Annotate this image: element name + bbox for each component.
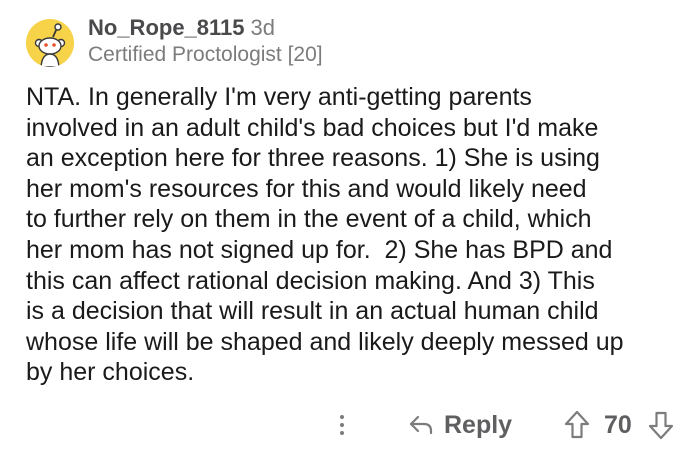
comment-body-line: whose life will be shaped and likely dee…	[26, 327, 624, 356]
upvote-arrow-icon	[564, 410, 590, 439]
comment-body-line: this can affect rational decision making…	[26, 266, 595, 295]
reply-arrow-icon	[409, 415, 433, 435]
comment-body-line: her mom's resources for this and would l…	[26, 174, 587, 203]
more-vertical-icon	[340, 415, 344, 419]
comment-body-line: an exception here for three reasons. 1) …	[26, 144, 600, 173]
reply-button[interactable]: Reply	[408, 408, 512, 442]
user-avatar[interactable]	[26, 19, 74, 67]
comment-body-line: her mom has not signed up for. 2) She ha…	[26, 235, 613, 264]
user-flair: Certified Proctologist [20]	[88, 43, 323, 66]
comment-age: 3d	[250, 15, 276, 40]
downvote-button[interactable]	[648, 410, 674, 440]
username[interactable]: No_Rope_8115	[88, 15, 245, 40]
snoo-avatar-icon	[26, 19, 74, 67]
comment-body-line: involved in an adult child's bad choices…	[26, 113, 599, 142]
vote-score: 70	[604, 411, 632, 439]
more-options-button[interactable]	[330, 408, 354, 442]
comment-body-line: to further rely on them in the event of …	[26, 205, 592, 234]
reply-label: Reply	[444, 410, 513, 439]
comment-action-bar: Reply 70	[0, 408, 700, 444]
comment-body-line: is a decision that will result in an act…	[26, 297, 599, 326]
comment-body: NTA. In generally I'm very anti-getting …	[26, 82, 676, 388]
downvote-arrow-icon	[648, 411, 674, 440]
more-vertical-icon	[340, 423, 344, 427]
comment-body-line: by her choices.	[26, 358, 195, 387]
more-vertical-icon	[340, 431, 344, 435]
comment-author[interactable]: No_Rope_8115 3d	[88, 15, 275, 41]
upvote-button[interactable]	[564, 410, 590, 440]
comment-body-line: NTA. In generally I'm very anti-getting …	[26, 83, 532, 111]
comment: No_Rope_8115 3d Certified Proctologist [2…	[0, 0, 700, 455]
